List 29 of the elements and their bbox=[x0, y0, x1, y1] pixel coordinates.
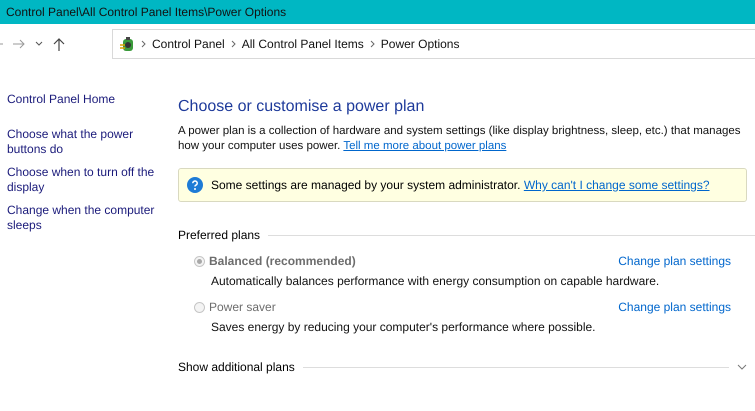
sidebar-link[interactable]: Choose when to turn off the display bbox=[7, 165, 170, 195]
notice-link[interactable]: Why can't I change some settings? bbox=[524, 178, 710, 192]
group-title: Preferred plans bbox=[178, 228, 260, 242]
plan-description: Saves energy by reducing your computer's performance where possible. bbox=[210, 320, 596, 334]
sidebar-link[interactable]: Choose what the power buttons do bbox=[7, 127, 170, 157]
page-heading: Choose or customise a power plan bbox=[178, 98, 426, 116]
chevron-icon bbox=[230, 40, 236, 48]
help-link[interactable]: Tell me more about power plans bbox=[343, 140, 506, 152]
address-bar[interactable]: Control Panel All Control Panel Items Power Options bbox=[112, 29, 755, 59]
power-options-icon bbox=[119, 36, 135, 52]
breadcrumb[interactable]: Power Options bbox=[380, 37, 460, 51]
notice-text: Some settings are managed by your system administrator. Why can't I change some settings? bbox=[211, 178, 710, 192]
forward-icon[interactable] bbox=[13, 39, 25, 49]
plan-description: Automatically balances performance with energy consumption on capable hardware. bbox=[210, 274, 660, 288]
breadcrumb[interactable]: All Control Panel Items bbox=[242, 37, 364, 51]
plan-name: Power saver bbox=[209, 300, 276, 314]
window-title: Control Panel\All Control Panel Items\Power Options bbox=[6, 5, 286, 19]
chevron-icon bbox=[141, 40, 146, 48]
sidebar-link[interactable]: Change when the computer sleeps bbox=[7, 203, 170, 233]
description-text: A power plan is a collection of hardware and system settings (like display brightness, sleep, etc.) that manages how your computer uses power. Tell me more about power plans bbox=[178, 124, 742, 154]
plan-name: Balanced (recommended) bbox=[209, 254, 356, 268]
help-icon bbox=[187, 177, 203, 193]
up-icon[interactable] bbox=[53, 38, 65, 50]
expander-title[interactable]: Show additional plans bbox=[178, 360, 295, 374]
breadcrumb[interactable]: Control Panel bbox=[152, 37, 225, 51]
sidebar-link[interactable]: Control Panel Home bbox=[7, 92, 170, 107]
chevron-icon bbox=[370, 40, 375, 48]
expand-icon[interactable] bbox=[737, 363, 747, 371]
recent-locations-icon[interactable] bbox=[34, 40, 44, 48]
